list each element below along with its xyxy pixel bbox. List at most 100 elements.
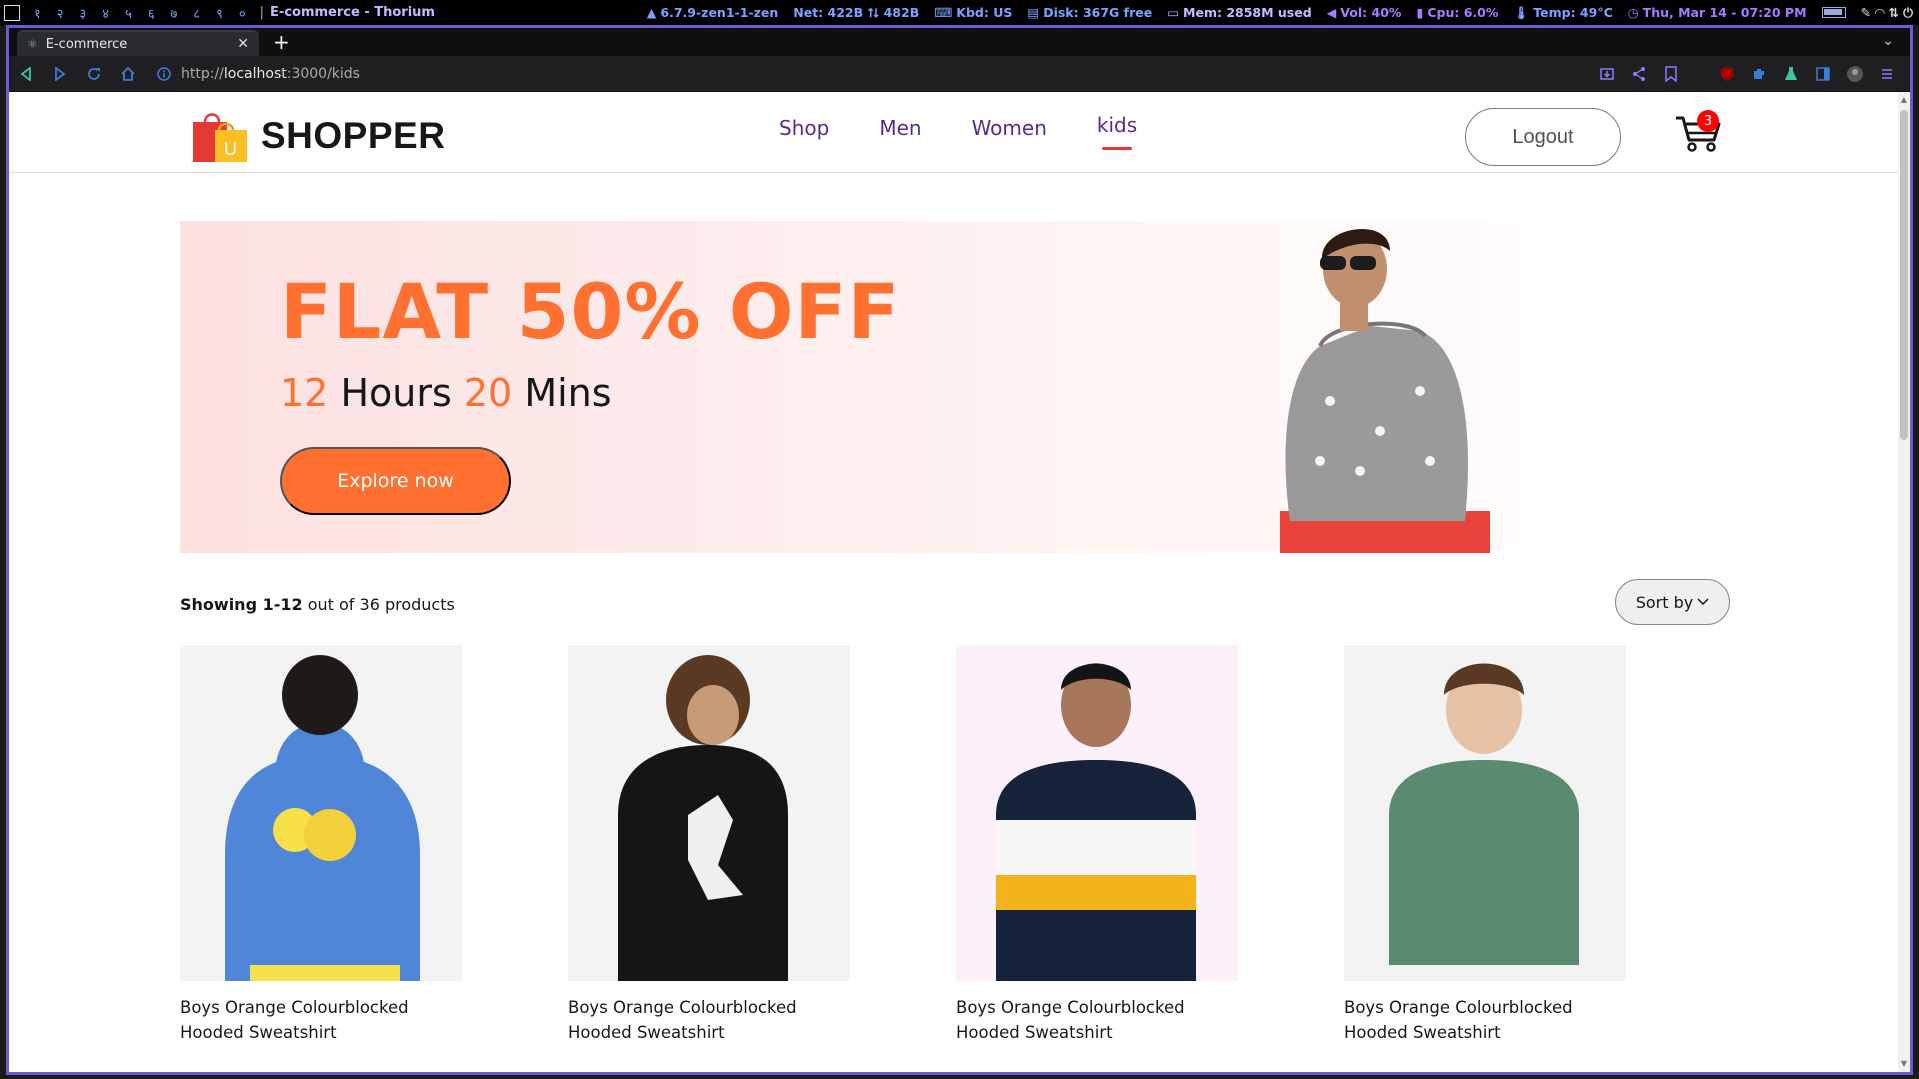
product-image[interactable] [180,645,462,981]
back-icon [20,66,31,81]
speaker-icon: ◀ [1326,5,1337,20]
reload-icon [88,67,100,80]
ublock-icon[interactable] [1718,65,1736,83]
network-icon[interactable]: ⇅ [1889,5,1899,20]
nav-kids-label: kids [1096,113,1138,137]
sort-dropdown[interactable]: Sort by [1615,579,1730,625]
workspace-10[interactable]: ० [239,4,246,22]
product-name[interactable]: Boys Orange Colourblocked Hooded Sweatsh… [1344,995,1626,1045]
power-icon[interactable]: ⏻ [1903,5,1913,21]
shopping-bag-logo-icon: U [193,113,247,162]
clock-widget[interactable]: ◷ Thu, Mar 14 - 07:20 PM [1628,5,1807,20]
product-image[interactable] [568,645,850,981]
workspace-8[interactable]: ८ [193,4,200,22]
nav-shop[interactable]: Shop [779,116,829,140]
browser-toolbar: http://localhost:3000/kids [9,56,1910,92]
forward-button[interactable] [51,65,69,83]
hero-countdown: 12 Hours 20 Mins [280,371,612,415]
logout-button[interactable]: Logout [1465,108,1621,166]
extensions-icon[interactable] [1750,65,1768,83]
browser-window: ⚛ E-commerce ✕ + ⌄ http://localhost:3000… [6,25,1913,1075]
sort-label: Sort by [1635,592,1694,612]
countdown-mins: 20 [463,371,513,415]
product-card[interactable]: Boys Orange Colourblocked Hooded Sweatsh… [180,645,462,1045]
react-icon: ⚛ [27,37,38,51]
workspace-2[interactable]: २ [57,4,64,22]
product-name[interactable]: Boys Orange Colourblocked Hooded Sweatsh… [180,995,462,1045]
chevron-down-icon [1697,598,1709,606]
workspace-1[interactable]: १ [34,4,41,22]
brand-logo[interactable]: U SHOPPER [189,108,445,164]
product-card[interactable]: Boys Orange Colourblocked Hooded Sweatsh… [568,645,850,1045]
tab-strip: ⚛ E-commerce ✕ + ⌄ [9,28,1910,56]
kernel-widget: ▲ 6.7.9-zen1-1-zen [646,5,779,20]
product-name[interactable]: Boys Orange Colourblocked Hooded Sweatsh… [956,995,1238,1045]
keyboard-icon: ⌨ [934,5,953,20]
scroll-up-arrow[interactable]: ▲ [1900,96,1908,104]
product-card[interactable]: Boys Orange Colourblocked Hooded Sweatsh… [956,645,1238,1045]
info-icon[interactable] [157,66,171,81]
cpu-widget: ▮ Cpu: 6.0% [1416,5,1499,20]
nav-women[interactable]: Women [972,116,1047,140]
url-text[interactable]: http://localhost:3000/kids [181,66,360,82]
disk-icon: ▤ [1027,5,1040,20]
toolbar-actions [1598,65,1902,83]
product-image[interactable] [1344,645,1626,981]
wm-status-bar: १ २ ३ ४ ५ ६ ७ ८ ९ ० | E-commerce - Thori… [0,0,1919,25]
thermometer-icon: 🌡 [1513,4,1530,20]
layout-icon[interactable] [4,4,20,21]
wifi-icon[interactable]: ◠ [1875,5,1885,20]
flask-icon[interactable] [1782,65,1800,83]
product-photo-green-sweatshirt [1344,645,1626,981]
workspace-4[interactable]: ४ [102,4,109,22]
page-scrollbar[interactable]: ▲ ▼ [1898,92,1910,1072]
install-icon[interactable] [1598,65,1616,83]
reload-button[interactable] [85,65,103,83]
nav-men[interactable]: Men [879,116,921,140]
profile-avatar[interactable] [1846,65,1864,83]
product-photo-striped-hoodie [956,645,1238,981]
clock-icon: ◷ [1627,5,1639,20]
product-name[interactable]: Boys Orange Colourblocked Hooded Sweatsh… [568,995,850,1045]
product-card[interactable]: Boys Orange Colourblocked Hooded Sweatsh… [1344,645,1626,1045]
disk-widget: ▤ Disk: 367G free [1027,5,1153,20]
scrollbar-thumb[interactable] [1900,110,1908,440]
workspace-7[interactable]: ७ [171,4,178,22]
sidebar-icon[interactable] [1814,65,1832,83]
home-icon [121,66,135,81]
workspace-3[interactable]: ३ [80,4,87,22]
tab-ecommerce[interactable]: ⚛ E-commerce ✕ [17,30,259,56]
chevron-down-icon[interactable]: ⌄ [1882,33,1894,49]
page-viewport: U SHOPPER Shop Men Women kids Logout 3 F… [9,92,1910,1072]
bookmark-icon[interactable] [1662,65,1680,83]
tab-title: E-commerce [45,36,128,52]
wm-status-widgets: ▲ 6.7.9-zen1-1-zen Net: 422B ⭡⭣ 482B ⌨ Kbd… [647,0,1913,25]
menu-icon[interactable] [1878,65,1896,83]
cart-count-badge: 3 [1697,110,1719,132]
separator: | [259,5,265,20]
hero-model-image [1280,229,1490,553]
divider [1694,65,1704,83]
nav-kids[interactable]: kids [1096,113,1138,150]
kbd-widget: ⌨ Kbd: US [934,5,1013,20]
forward-icon [55,66,66,81]
workspace-6[interactable]: ६ [148,4,155,22]
volume-widget[interactable]: ◀ Vol: 40% [1327,5,1402,20]
explore-now-button[interactable]: Explore now [280,447,511,515]
workspace-5[interactable]: ५ [125,4,132,22]
close-tab-icon[interactable]: ✕ [237,36,249,52]
home-button[interactable] [119,65,137,83]
address-bar[interactable]: http://localhost:3000/kids [157,66,1582,82]
share-icon[interactable] [1630,65,1648,83]
scroll-down-arrow[interactable]: ▼ [1900,1060,1908,1068]
net-widget: Net: 422B ⭡⭣ 482B [793,4,920,20]
product-image[interactable] [956,645,1238,981]
back-button[interactable] [17,65,35,83]
new-tab-button[interactable]: + [273,30,290,54]
paperclip-icon[interactable]: ✎ [1861,5,1871,20]
arch-icon: ▲ [646,5,657,20]
battery-icon [1821,7,1846,18]
workspace-9[interactable]: ९ [216,4,223,22]
site-navbar: U SHOPPER Shop Men Women kids Logout 3 [9,92,1910,173]
tray-icons[interactable]: ✎ ◠ ⇅ ⏻ [1861,5,1913,21]
